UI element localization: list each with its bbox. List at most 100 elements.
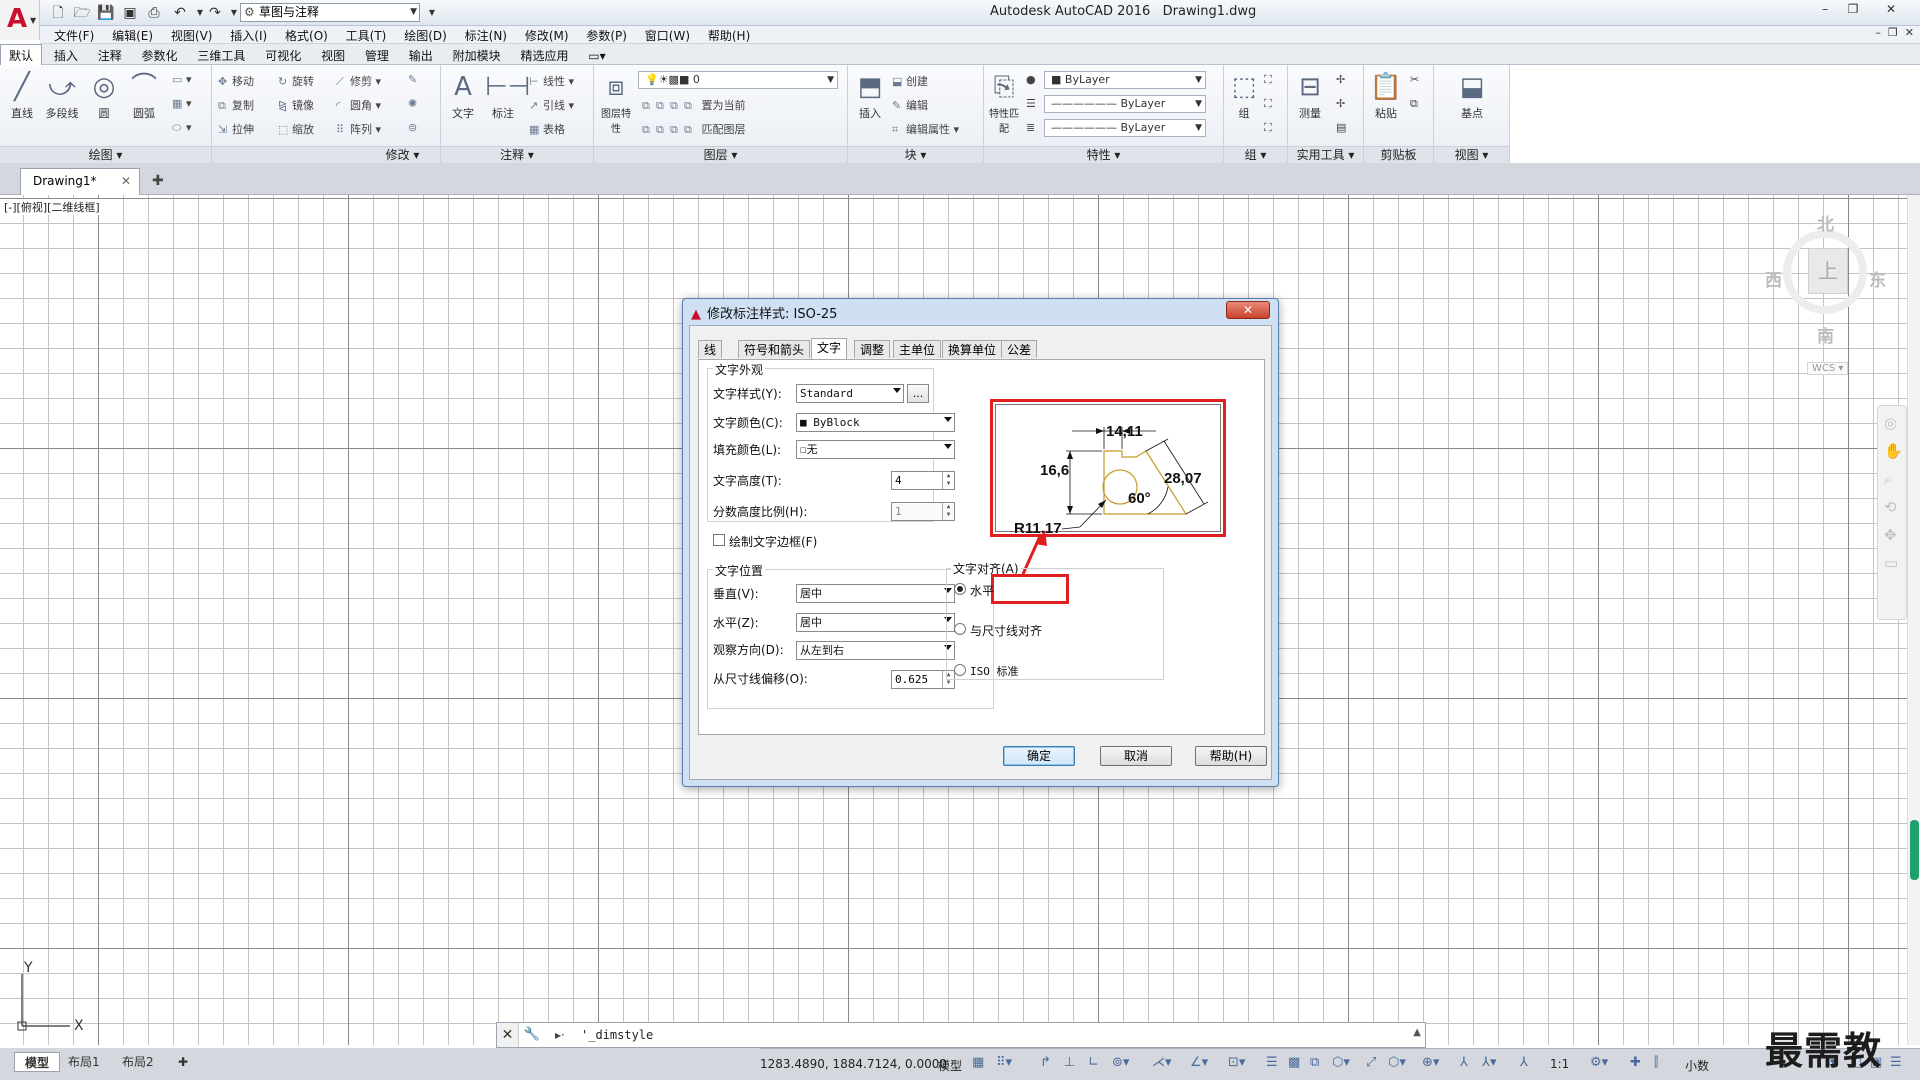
dynamic-ucs-icon[interactable]: ⤢	[1366, 1055, 1376, 1070]
ribbon-tab-output[interactable]: 输出	[401, 45, 441, 66]
ribbon-tab-annotate[interactable]: 注释	[90, 45, 130, 66]
align-with-dimline-radio[interactable]	[954, 623, 966, 635]
panel-annotation-title[interactable]: 注释 ▾	[441, 146, 593, 163]
quick-access-customize-icon[interactable]: ▼	[422, 3, 442, 23]
object-snap-icon[interactable]: ⊡▾	[1228, 1055, 1245, 1070]
isodraft-icon[interactable]: ⋌▾	[1152, 1055, 1172, 1070]
erase-tool[interactable]: ✎	[408, 73, 422, 86]
units-icon[interactable]: ⫿	[1654, 1055, 1658, 1070]
tab-fit[interactable]: 调整	[854, 340, 891, 358]
annotation-scale-icon[interactable]: ⅄	[1520, 1055, 1528, 1070]
minimize-icon[interactable]: –	[1812, 0, 1838, 18]
showmotion-icon[interactable]: ✥	[1884, 526, 1897, 544]
steering-wheel-icon[interactable]: ◎	[1884, 414, 1897, 432]
dialog-close-button[interactable]: ✕	[1226, 301, 1270, 319]
wrench-icon[interactable]: 🔧	[521, 1023, 543, 1047]
match-properties-tool[interactable]: ⎘ 特性匹配	[986, 69, 1022, 135]
annotation-visibility-icon[interactable]: ⅄	[1460, 1055, 1468, 1070]
line-tool[interactable]: ╱ 直线	[4, 69, 40, 121]
point-style-icon[interactable]: ✢	[1336, 97, 1345, 110]
vertical-select[interactable]: 居中	[796, 584, 955, 603]
gizmo-icon[interactable]: ⊕▾	[1422, 1055, 1439, 1070]
horizontal-select[interactable]: 居中	[796, 613, 955, 632]
edit-attributes-tool[interactable]: ⌗ 编辑属性 ▾	[892, 121, 959, 137]
text-height-input[interactable]: 4 ▲ ▼	[891, 471, 955, 490]
viewcube-west[interactable]: 西	[1765, 266, 1782, 291]
infer-constraints-icon[interactable]: ↱	[1040, 1055, 1051, 1070]
wcs-menu[interactable]: WCS ▾	[1807, 362, 1849, 375]
object-snap-tracking-icon[interactable]: ∠▾	[1190, 1055, 1208, 1070]
panel-view-title[interactable]: 视图 ▾	[1434, 146, 1509, 163]
move-tool[interactable]: ✥ 移动	[218, 73, 254, 89]
ribbon-tab-view[interactable]: 视图	[313, 45, 353, 66]
viewcube-north[interactable]: 北	[1817, 210, 1834, 235]
draw-frame-checkbox[interactable]	[713, 534, 725, 546]
text-style-browse-button[interactable]: ...	[907, 384, 929, 403]
insert-block-tool[interactable]: ⬒ 插入	[852, 69, 888, 121]
layout-tab-model[interactable]: 模型	[14, 1052, 61, 1072]
grid-icon[interactable]: ▦	[972, 1055, 984, 1070]
spinner-arrows-icon[interactable]: ▲ ▼	[942, 472, 954, 489]
menu-view[interactable]: 视图(V)	[171, 27, 213, 44]
panel-clipboard-title[interactable]: 剪贴板	[1364, 146, 1433, 163]
zoom-extents-icon[interactable]: ⌕	[1884, 470, 1892, 488]
command-input[interactable]: '_dimstyle	[581, 1028, 653, 1042]
id-point-icon[interactable]: ✢	[1336, 73, 1345, 86]
group-select-icon[interactable]: ⛶	[1264, 121, 1272, 135]
lineweight-dropdown[interactable]: —————— ByLayer ▼	[1044, 119, 1206, 137]
panel-groups-title[interactable]: 组 ▾	[1224, 146, 1287, 163]
transparency-icon[interactable]: ▩	[1288, 1055, 1300, 1070]
document-window-controls[interactable]: – ❐ ✕	[1875, 26, 1914, 39]
new-file-icon[interactable]: 🗋	[48, 3, 68, 23]
units-display[interactable]: 小数	[1685, 1057, 1709, 1074]
arc-tool[interactable]: ⌒ 圆弧	[126, 69, 162, 121]
selection-filter-icon[interactable]: ⬡▾	[1388, 1055, 1406, 1070]
ribbon-minimize-icon[interactable]: ▭▾	[580, 47, 613, 65]
tab-primary-units[interactable]: 主单位	[893, 340, 942, 358]
text-tool[interactable]: A 文字	[445, 69, 481, 121]
layer-tools-row1[interactable]: ⧉ ⧉ ⧉ ⧉ 置为当前	[642, 97, 746, 113]
group-edit-icon[interactable]: ⛶	[1264, 97, 1272, 111]
pan-icon[interactable]: ✋	[1884, 442, 1903, 460]
3d-osnap-icon[interactable]: ⬡▾	[1332, 1055, 1350, 1070]
annotation-scale[interactable]: 1:1	[1550, 1057, 1569, 1071]
close-window-icon[interactable]: ✕	[1868, 0, 1914, 18]
color-wheel-icon[interactable]: ●	[1026, 73, 1036, 86]
tab-text[interactable]: 文字	[811, 338, 848, 359]
tab-tolerances[interactable]: 公差	[1001, 340, 1038, 358]
showmotion-record-icon[interactable]: ▭	[1884, 554, 1898, 572]
tab-symbols-arrows[interactable]: 符号和箭头	[738, 340, 811, 358]
menu-window[interactable]: 窗口(W)	[645, 27, 690, 44]
offset-tool[interactable]: ⊜	[408, 121, 422, 134]
tab-alternate-units[interactable]: 换算单位	[942, 340, 1003, 358]
lineweight-icon[interactable]: ☰	[1266, 1055, 1278, 1070]
linetype-list-icon[interactable]: ☰	[1026, 97, 1036, 110]
add-layout-icon[interactable]: ✚	[168, 1052, 198, 1072]
panel-block-title[interactable]: 块 ▾	[848, 146, 983, 163]
ellipse-tool[interactable]: ⬭ ▾	[172, 121, 192, 135]
polar-tracking-icon[interactable]: ⊚▾	[1112, 1055, 1129, 1070]
dimension-tool[interactable]: ⊢⊣ 标注	[485, 69, 530, 121]
ribbon-tab-insert[interactable]: 插入	[46, 45, 86, 66]
redo-icon[interactable]: ↷	[205, 3, 225, 23]
print-icon[interactable]: ⎙	[144, 3, 164, 23]
mirror-tool[interactable]: ⧎ 镜像	[278, 97, 314, 113]
selection-cycling-icon[interactable]: ⧉	[1310, 1055, 1319, 1070]
group-tool[interactable]: ⬚ 组	[1226, 69, 1262, 121]
workspace-gear-icon[interactable]: ⚙▾	[1590, 1055, 1608, 1070]
model-space-toggle[interactable]: 模型	[938, 1057, 962, 1074]
array-tool[interactable]: ⠿ 阵列 ▾	[336, 121, 381, 137]
trim-tool[interactable]: ⟋ 修剪 ▾	[336, 73, 381, 89]
auto-scale-icon[interactable]: ⅄▾	[1482, 1055, 1496, 1070]
align-horizontal-radio[interactable]	[954, 583, 966, 595]
save-icon[interactable]: 💾	[96, 3, 116, 23]
close-tab-icon[interactable]: ✕	[121, 169, 131, 194]
command-history-icon[interactable]: ▲	[1413, 1027, 1421, 1038]
help-button[interactable]: 帮助(H)	[1195, 746, 1267, 766]
menu-format[interactable]: 格式(O)	[285, 27, 328, 44]
rotate-tool[interactable]: ↻ 旋转	[278, 73, 314, 89]
ok-button[interactable]: 确定	[1003, 746, 1075, 766]
ungroup-icon[interactable]: ⛶	[1264, 73, 1272, 87]
copy-tool[interactable]: ⧉ 复制	[218, 97, 254, 113]
panel-draw-title[interactable]: 绘图 ▾	[0, 146, 211, 163]
